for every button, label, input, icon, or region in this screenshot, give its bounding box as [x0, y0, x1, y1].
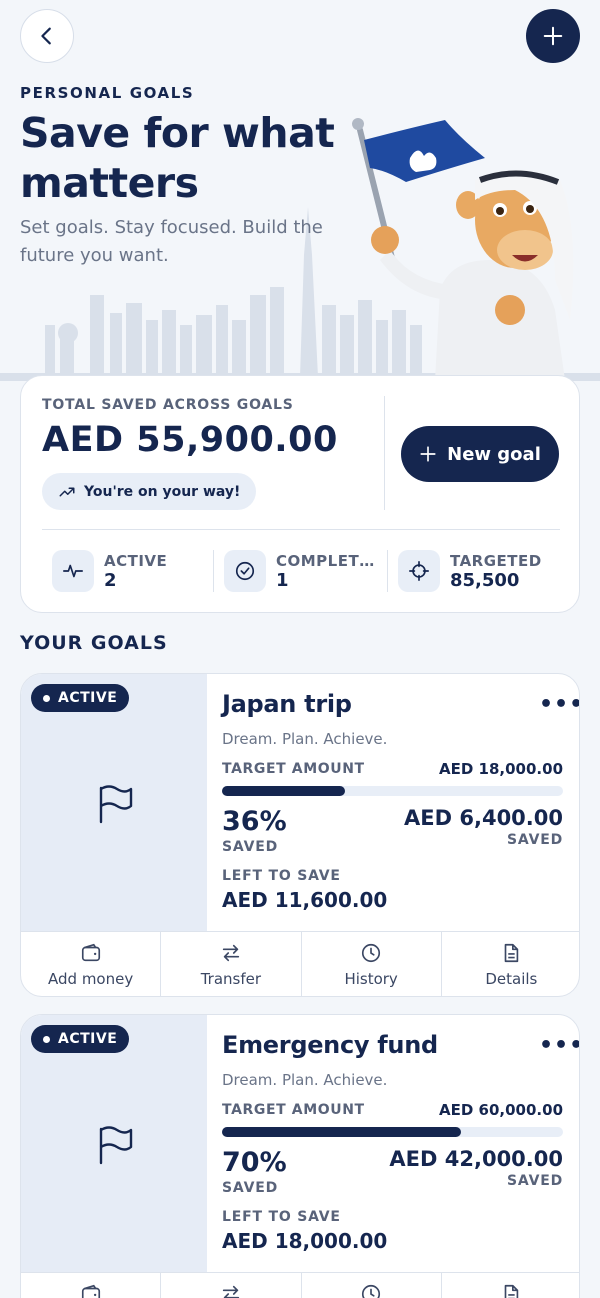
saved-amount: AED 6,400.00	[404, 806, 563, 830]
goal-subtitle: Dream. Plan. Achieve.	[222, 730, 388, 748]
stat-label: ACTIVE	[104, 551, 168, 570]
progress-percent: 36%	[222, 806, 287, 837]
goal-image: ACTIVE	[21, 1015, 207, 1272]
target-amount-value: AED 60,000.00	[439, 1101, 563, 1119]
new-goal-label: New goal	[447, 443, 541, 465]
progress-bar	[222, 786, 563, 796]
goal-card[interactable]: ACTIVE Japan trip ••• Dream. Plan. Achie…	[20, 673, 580, 997]
goal-subtitle: Dream. Plan. Achieve.	[222, 1071, 388, 1089]
goal-actions: Add money Transfer History Details	[21, 1272, 579, 1298]
stat-targeted: TARGETED 85,500	[398, 550, 542, 592]
stat-completed: COMPLET… 1	[224, 550, 375, 592]
saved-amount-label: SAVED	[507, 1173, 563, 1189]
status-badge-label: ACTIVE	[58, 1031, 118, 1047]
flag-icon	[99, 785, 133, 824]
divider	[213, 550, 214, 592]
status-badge: ACTIVE	[31, 684, 130, 712]
progress-bar-fill	[222, 1127, 461, 1137]
add-goal-button[interactable]	[526, 9, 580, 63]
stat-label: TARGETED	[450, 551, 542, 570]
goal-image: ACTIVE	[21, 674, 207, 931]
add-money-button[interactable]: Add money	[21, 932, 162, 996]
document-icon	[505, 943, 519, 963]
left-to-save-label: LEFT TO SAVE	[222, 868, 341, 884]
summary-card: TOTAL SAVED ACROSS GOALS AED 55,900.00 Y…	[20, 375, 580, 613]
progress-percent-label: SAVED	[222, 839, 278, 855]
document-icon	[505, 1284, 519, 1298]
status-badge-label: ACTIVE	[58, 690, 118, 706]
transfer-icon	[222, 1285, 240, 1298]
divider	[387, 550, 388, 592]
divider	[42, 529, 560, 530]
goal-actions: Add money Transfer History Details	[21, 931, 579, 996]
total-saved-label: TOTAL SAVED ACROSS GOALS	[42, 397, 294, 413]
progress-pill-label: You're on your way!	[84, 483, 241, 500]
action-label: Add money	[48, 970, 134, 988]
more-options-icon[interactable]: •••	[539, 1033, 579, 1058]
goal-title: Japan trip	[222, 690, 352, 718]
stat-value: 2	[104, 569, 117, 591]
progress-bar-fill	[222, 786, 345, 796]
new-goal-button[interactable]: New goal	[401, 426, 559, 482]
pulse-icon	[52, 550, 94, 592]
details-button[interactable]: Details	[442, 1273, 579, 1298]
clock-icon	[362, 1284, 381, 1298]
goal-card[interactable]: ACTIVE Emergency fund ••• Dream. Plan. A…	[20, 1014, 580, 1298]
flag-icon	[99, 1126, 133, 1165]
progress-pill: You're on your way!	[42, 473, 257, 510]
left-to-save-label: LEFT TO SAVE	[222, 1209, 341, 1225]
divider	[384, 396, 385, 510]
saved-amount: AED 42,000.00	[389, 1147, 563, 1171]
chevron-left-icon	[41, 27, 51, 45]
history-button[interactable]: History	[302, 1273, 442, 1298]
saved-amount-label: SAVED	[507, 832, 563, 848]
history-button[interactable]: History	[302, 932, 442, 996]
transfer-button[interactable]: Transfer	[161, 932, 302, 996]
stat-active: ACTIVE 2	[52, 550, 167, 592]
stat-value: 85,500	[450, 569, 520, 591]
more-options-icon[interactable]: •••	[539, 692, 579, 717]
transfer-icon	[222, 944, 240, 962]
wallet-icon	[81, 943, 100, 962]
check-circle-icon	[224, 550, 266, 592]
transfer-button[interactable]: Transfer	[161, 1273, 302, 1298]
progress-percent-label: SAVED	[222, 1180, 278, 1196]
camel-mascot-illustration	[352, 118, 574, 380]
goal-title: Emergency fund	[222, 1031, 438, 1059]
page-title: Save for what matters	[20, 109, 335, 207]
trending-up-icon	[59, 487, 75, 496]
progress-bar	[222, 1127, 563, 1137]
action-label: Details	[485, 970, 538, 988]
page-subtitle: Set goals. Stay focused. Build the futur…	[20, 217, 323, 266]
add-money-button[interactable]: Add money	[21, 1273, 162, 1298]
plus-icon	[420, 446, 436, 462]
left-to-save-value: AED 18,000.00	[222, 1229, 388, 1253]
details-button[interactable]: Details	[442, 932, 579, 996]
progress-percent: 70%	[222, 1147, 287, 1178]
target-icon	[398, 550, 440, 592]
back-button[interactable]	[20, 9, 74, 63]
left-to-save-value: AED 11,600.00	[222, 888, 388, 912]
page-eyebrow: PERSONAL GOALS	[20, 84, 195, 102]
clock-icon	[362, 943, 381, 963]
target-amount-label: TARGET AMOUNT	[222, 1102, 365, 1118]
stat-value: 1	[276, 569, 289, 591]
action-label: Transfer	[200, 970, 262, 988]
total-saved-value: AED 55,900.00	[42, 420, 338, 460]
status-badge: ACTIVE	[31, 1025, 130, 1053]
target-amount-label: TARGET AMOUNT	[222, 761, 365, 777]
target-amount-value: AED 18,000.00	[439, 760, 563, 778]
wallet-icon	[81, 1284, 100, 1298]
plus-icon	[543, 26, 563, 46]
action-label: History	[344, 970, 398, 988]
stat-label: COMPLET…	[276, 551, 375, 570]
section-title: YOUR GOALS	[20, 632, 168, 654]
